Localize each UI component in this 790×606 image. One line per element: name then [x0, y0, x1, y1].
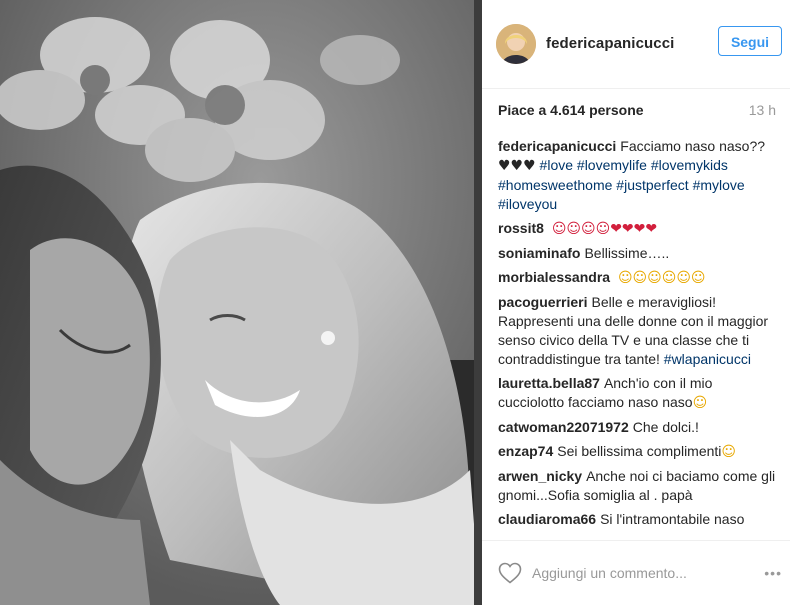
- list-item: rossit8 ☺☺☺☺❤❤❤❤: [498, 219, 778, 239]
- list-item: enzap74 Sei bellissima complimenti☺: [498, 442, 778, 462]
- hashtag-homesweethome[interactable]: #homesweethome: [498, 177, 612, 193]
- likes-count[interactable]: Piace a 4.614 persone: [498, 102, 644, 118]
- post-time[interactable]: 13 h: [749, 102, 776, 118]
- avatar[interactable]: [496, 24, 536, 64]
- list-item: soniaminafo Bellissime…..: [498, 244, 778, 263]
- comments-list: federicapanicucci Facciamo naso naso?? ♥♥…: [498, 137, 778, 539]
- post-photo[interactable]: [0, 0, 474, 605]
- hashtag-love[interactable]: #love: [540, 157, 573, 173]
- comment-user[interactable]: enzap74: [498, 443, 553, 459]
- caption-text: Facciamo naso naso??: [620, 138, 766, 154]
- post-header: federicapanicucci Segui: [482, 0, 790, 89]
- list-item: morbialessandra ☺☺☺☺☺☺: [498, 268, 778, 288]
- hashtag-lovemykids[interactable]: #lovemykids: [651, 157, 728, 173]
- post-sidebar: federicapanicucci Segui Piace a 4.614 pe…: [482, 0, 790, 605]
- hashtag-lovemylife[interactable]: #lovemylife: [577, 157, 647, 173]
- comment-emoji: ☺: [721, 444, 737, 460]
- comment-user[interactable]: arwen_nicky: [498, 468, 582, 484]
- comment-user[interactable]: soniaminafo: [498, 245, 580, 261]
- comment-emoji: ☺☺☺☺❤❤❤❤: [551, 221, 658, 237]
- list-item: pacoguerrieri Belle e meravigliosi! Rappr…: [498, 293, 778, 369]
- caption-user[interactable]: federicapanicucci: [498, 138, 616, 154]
- more-options-icon[interactable]: •••: [764, 565, 782, 581]
- heart-icon[interactable]: [498, 562, 522, 584]
- follow-button[interactable]: Segui: [718, 26, 782, 56]
- username[interactable]: federicapanicucci: [546, 35, 674, 52]
- hashtag-mylove[interactable]: #mylove: [693, 177, 745, 193]
- comment-input[interactable]: [532, 561, 732, 585]
- comment-user[interactable]: morbialessandra: [498, 269, 610, 285]
- comment-user[interactable]: lauretta.bella87: [498, 375, 600, 391]
- comment-emoji: ☺☺☺☺☺☺: [617, 270, 706, 286]
- comment-text: Sei bellissima complimenti: [557, 443, 722, 459]
- comment-text: Bellissime…..: [584, 245, 670, 261]
- comment-hashtag[interactable]: #wlapanicucci: [664, 351, 751, 367]
- photo-image: [0, 0, 474, 605]
- comment-user[interactable]: catwoman22071972: [498, 419, 629, 435]
- hashtag-justperfect[interactable]: #justperfect: [616, 177, 688, 193]
- comment-text: Che dolci.!: [632, 419, 699, 435]
- hearts-emoji: ♥♥♥: [498, 158, 536, 174]
- list-item: catwoman22071972 Che dolci.!: [498, 418, 778, 437]
- comment-user[interactable]: pacoguerrieri: [498, 294, 587, 310]
- comment-bar: •••: [482, 540, 790, 606]
- scroll-fade: [498, 525, 778, 539]
- photo-edge: [474, 0, 482, 605]
- list-item: arwen_nicky Anche noi ci baciamo come gli…: [498, 467, 778, 505]
- hashtag-iloveyou[interactable]: #iloveyou: [498, 196, 557, 212]
- comment-emoji: ☺: [692, 395, 708, 411]
- caption: federicapanicucci Facciamo naso naso?? ♥♥…: [498, 137, 778, 214]
- comment-user[interactable]: rossit8: [498, 220, 544, 236]
- list-item: lauretta.bella87 Anch'io con il mio cucci…: [498, 374, 778, 413]
